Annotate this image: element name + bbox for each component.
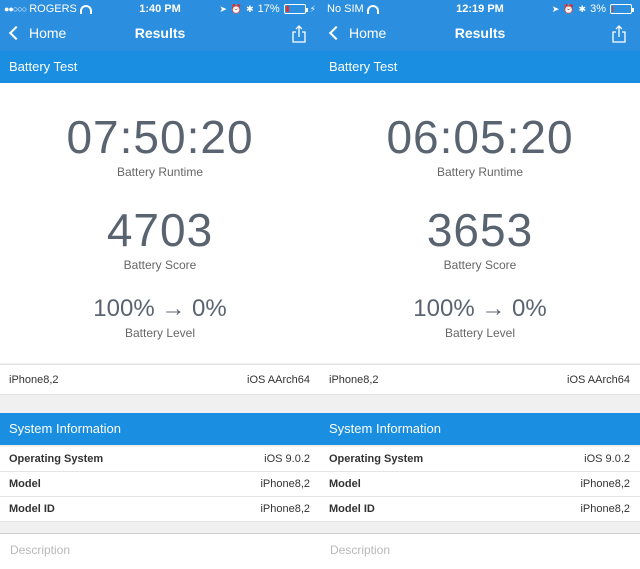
- description-field[interactable]: Description: [0, 533, 320, 569]
- battery-level-value: 100% → 0%: [93, 295, 227, 322]
- battery-runtime-label: Battery Runtime: [436, 165, 524, 179]
- nav-bar: Home Results: [0, 20, 320, 51]
- status-bar: ●●○○○ ROGERS 1:40 PM ➤ ⏰ ✱ 17% ⚡: [0, 0, 320, 20]
- info-value: iPhone8,2: [580, 503, 630, 515]
- battery-fill: [285, 6, 289, 12]
- device-row: iPhone8,2 iOS AArch64: [0, 364, 320, 395]
- table-row: Model ID iPhone8,2: [0, 497, 320, 522]
- device-name: iPhone8,2: [329, 374, 379, 386]
- table-row: Operating System iOS 9.0.2: [0, 447, 320, 472]
- info-value: iOS 9.0.2: [584, 453, 630, 465]
- device-name: iPhone8,2: [9, 374, 59, 386]
- battery-test-header: Battery Test: [320, 51, 640, 83]
- battery-level-label: Battery Level: [444, 326, 516, 340]
- info-value: iPhone8,2: [260, 478, 310, 490]
- info-key: Model ID: [329, 503, 375, 515]
- share-icon[interactable]: [292, 25, 306, 43]
- device-row: iPhone8,2 iOS AArch64: [320, 364, 640, 395]
- nav-title: Results: [134, 25, 186, 41]
- info-key: Operating System: [329, 453, 424, 465]
- share-icon[interactable]: [612, 25, 626, 43]
- results-card: 06:05:20 Battery Runtime 3653 Battery Sc…: [320, 83, 640, 363]
- results-card: 07:50:20 Battery Runtime 4703 Battery Sc…: [0, 83, 320, 363]
- screen-right: No SIM 12:19 PM ➤ ⏰ ✱ 3% Home Results Ba…: [320, 0, 640, 569]
- nav-title: Results: [454, 25, 506, 41]
- battery-level-value: 100% → 0%: [413, 295, 547, 322]
- battery-runtime-value: 07:50:20: [66, 111, 254, 163]
- description-placeholder: Description: [10, 543, 71, 557]
- system-information-header: System Information: [0, 413, 320, 445]
- battery-percent: 17%: [257, 3, 280, 15]
- battery-percent: 3%: [590, 3, 606, 15]
- battery-fill: [612, 6, 613, 12]
- location-arrow-icon: ➤: [551, 3, 560, 14]
- screen-left: ●●○○○ ROGERS 1:40 PM ➤ ⏰ ✱ 17% ⚡ Home Re…: [0, 0, 320, 569]
- device-platform: iOS AArch64: [247, 374, 310, 386]
- nav-bar: Home Results: [320, 20, 640, 51]
- table-row: Model iPhone8,2: [0, 472, 320, 497]
- battery-score-value: 4703: [106, 204, 214, 256]
- location-arrow-icon: ➤: [219, 3, 227, 14]
- battery-score-label: Battery Score: [443, 258, 517, 272]
- battery-icon: [283, 4, 308, 14]
- info-key: Model ID: [9, 503, 55, 515]
- battery-level-label: Battery Level: [124, 326, 196, 340]
- device-platform: iOS AArch64: [567, 374, 630, 386]
- info-value: iPhone8,2: [580, 478, 630, 490]
- table-row: Model iPhone8,2: [320, 472, 640, 497]
- battery-runtime-value: 06:05:20: [386, 111, 574, 163]
- bluetooth-icon: ✱: [246, 3, 254, 14]
- info-key: Operating System: [9, 453, 104, 465]
- charging-icon: ⚡: [309, 3, 316, 14]
- battery-score-value: 3653: [426, 204, 534, 256]
- info-key: Model: [9, 478, 41, 490]
- battery-test-header: Battery Test: [0, 51, 320, 83]
- alarm-icon: ⏰: [230, 3, 243, 14]
- table-row: Model ID iPhone8,2: [320, 497, 640, 522]
- description-placeholder: Description: [330, 543, 391, 557]
- battery-runtime-label: Battery Runtime: [116, 165, 204, 179]
- info-value: iPhone8,2: [260, 503, 310, 515]
- system-information-header: System Information: [320, 413, 640, 445]
- info-key: Model: [329, 478, 361, 490]
- battery-score-label: Battery Score: [123, 258, 197, 272]
- battery-icon: [610, 4, 634, 14]
- alarm-icon: ⏰: [563, 3, 575, 14]
- table-row: Operating System iOS 9.0.2: [320, 447, 640, 472]
- status-bar: No SIM 12:19 PM ➤ ⏰ ✱ 3%: [320, 0, 640, 20]
- info-value: iOS 9.0.2: [264, 453, 310, 465]
- description-field[interactable]: Description: [320, 533, 640, 569]
- bluetooth-icon: ✱: [578, 3, 587, 14]
